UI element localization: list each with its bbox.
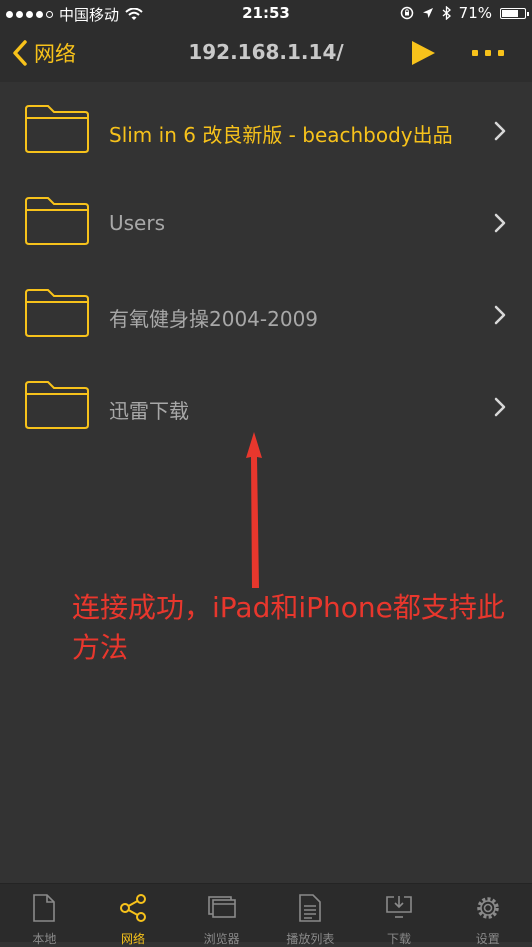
more-dot	[485, 50, 491, 56]
folder-icon	[25, 197, 89, 245]
folder-name: 有氧健身操2004-2009	[109, 307, 319, 331]
tab-network[interactable]: 网络	[89, 884, 178, 946]
folder-list: Slim in 6 改良新版 - beachbody出品 Users 有氧健身操…	[0, 86, 532, 454]
playlist-icon	[299, 894, 322, 922]
tab-download[interactable]: 下载	[355, 884, 444, 946]
battery-icon	[500, 7, 529, 19]
tab-label: 下载	[387, 932, 412, 946]
folder-row[interactable]: Slim in 6 改良新版 - beachbody出品	[0, 86, 532, 178]
folder-row[interactable]: Users	[0, 178, 532, 270]
nav-bar: 网络 192.168.1.14/	[0, 26, 532, 82]
back-button[interactable]: 网络	[12, 38, 76, 68]
bluetooth-icon	[442, 6, 451, 20]
folder-name: Users	[109, 211, 166, 235]
chevron-left-icon	[13, 40, 27, 66]
folder-icon	[25, 105, 89, 153]
nav-title: 192.168.1.14/	[188, 40, 344, 64]
document-icon	[33, 894, 56, 922]
tab-bar: 本地 网络 浏览器 播放列表 下载 设置	[0, 883, 532, 946]
status-bar: 中国移动 21:53 71%	[0, 0, 532, 26]
annotation-arrow	[246, 432, 262, 588]
more-button[interactable]	[472, 50, 504, 56]
more-dot	[498, 50, 504, 56]
share-icon	[120, 894, 146, 922]
chevron-right-icon	[494, 305, 506, 325]
back-label: 网络	[34, 42, 76, 66]
status-right: 71%	[400, 4, 529, 22]
tab-label: 播放列表	[286, 932, 335, 946]
folder-name: 迅雷下载	[109, 399, 189, 423]
annotation-text: 连接成功，iPad和iPhone都支持此方法	[72, 591, 505, 664]
folder-row[interactable]: 有氧健身操2004-2009	[0, 270, 532, 362]
tab-label: 网络	[121, 932, 146, 946]
tab-settings[interactable]: 设置	[443, 884, 532, 946]
rotation-lock-icon	[400, 6, 413, 20]
tab-label: 浏览器	[203, 932, 240, 946]
gear-icon	[476, 897, 499, 919]
more-dot	[472, 50, 478, 56]
download-icon	[386, 896, 412, 918]
tab-label: 设置	[475, 932, 500, 946]
tab-playlist[interactable]: 播放列表	[266, 884, 355, 946]
chevron-right-icon	[494, 121, 506, 141]
play-button[interactable]	[410, 40, 436, 70]
tab-local[interactable]: 本地	[0, 884, 89, 946]
chevron-right-icon	[494, 213, 506, 233]
battery-percent: 71%	[458, 4, 492, 22]
folder-icon	[25, 381, 89, 429]
location-icon	[422, 8, 433, 18]
folder-icon	[25, 289, 89, 337]
browser-icon	[207, 896, 236, 918]
tab-browser[interactable]: 浏览器	[177, 884, 266, 946]
tab-label: 本地	[32, 932, 57, 946]
folder-name: Slim in 6 改良新版 - beachbody出品	[109, 123, 453, 147]
play-icon	[412, 41, 435, 65]
chevron-right-icon	[494, 397, 506, 417]
